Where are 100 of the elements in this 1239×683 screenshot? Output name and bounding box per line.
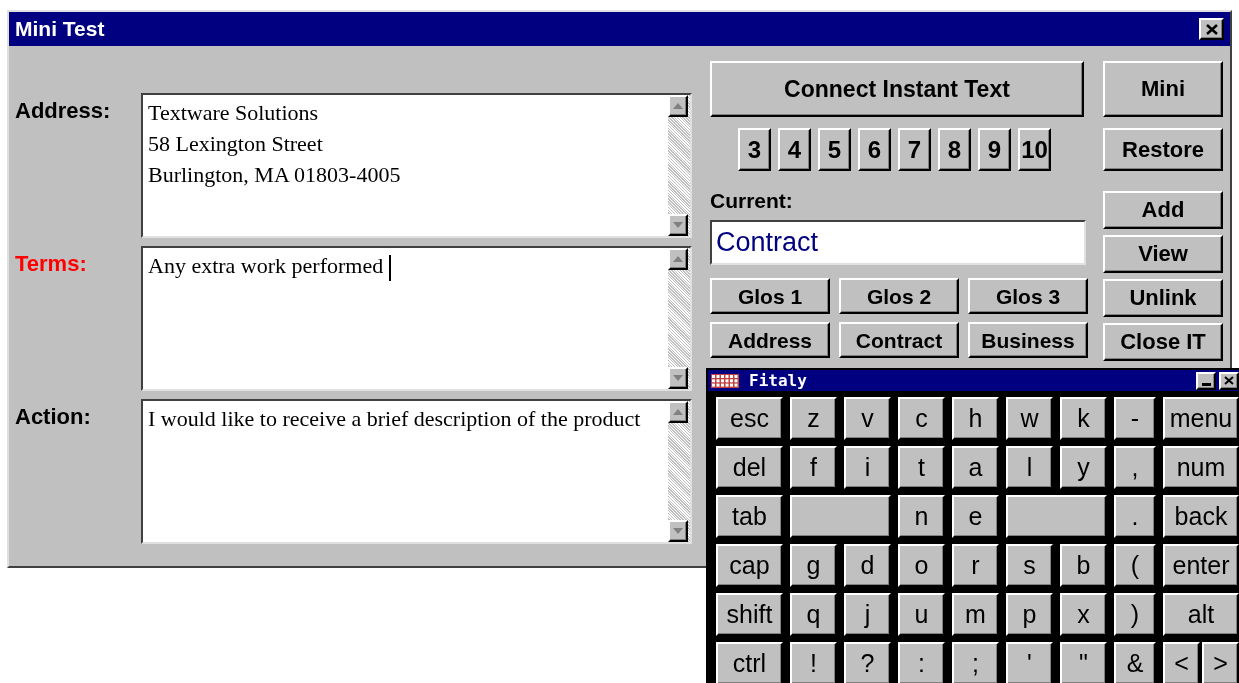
keyboard-key[interactable]: u bbox=[898, 593, 945, 636]
glossary-button[interactable]: Glos 3 bbox=[968, 278, 1088, 314]
keyboard-key[interactable]: i bbox=[844, 446, 891, 489]
keyboard-key[interactable]: & bbox=[1114, 642, 1156, 683]
keyboard-key[interactable]: e bbox=[952, 495, 999, 538]
keyboard-key[interactable]: del bbox=[716, 446, 783, 489]
text-area[interactable]: Textware Solutions 58 Lexington Street Burlington, MA 01803-4005 bbox=[141, 93, 692, 238]
scroll-up-button[interactable] bbox=[668, 401, 688, 423]
keyboard-key[interactable]: menu bbox=[1163, 397, 1239, 440]
keyboard-key[interactable]: num bbox=[1163, 446, 1239, 489]
scroll-down-button[interactable] bbox=[668, 367, 688, 389]
keyboard-key[interactable]: y bbox=[1060, 446, 1107, 489]
keyboard-key[interactable]: g bbox=[790, 544, 837, 587]
keyboard-key[interactable]: f bbox=[790, 446, 837, 489]
keyboard-key[interactable]: back bbox=[1163, 495, 1239, 538]
mini-button[interactable]: Mini bbox=[1103, 61, 1223, 117]
text-area[interactable]: I would like to receive a brief description of the product bbox=[141, 399, 692, 544]
scroll-up-button[interactable] bbox=[668, 248, 688, 270]
keyboard-key[interactable]: " bbox=[1060, 642, 1107, 683]
keyboard-key[interactable]: d bbox=[844, 544, 891, 587]
keyboard-key[interactable]: , bbox=[1114, 446, 1156, 489]
keyboard-key[interactable]: r bbox=[952, 544, 999, 587]
close-icon bbox=[1224, 376, 1234, 385]
side-button[interactable]: Add bbox=[1103, 191, 1223, 229]
scrollbar[interactable] bbox=[668, 248, 690, 389]
scroll-down-button[interactable] bbox=[668, 520, 688, 542]
keyboard-key[interactable]: esc bbox=[716, 397, 783, 440]
page-button[interactable]: 5 bbox=[818, 128, 851, 171]
window-title: Mini Test bbox=[15, 16, 105, 43]
page-button[interactable]: 9 bbox=[978, 128, 1011, 171]
keyboard-key[interactable]: q bbox=[790, 593, 837, 636]
keyboard-key[interactable]: a bbox=[952, 446, 999, 489]
keyboard-key[interactable]: n bbox=[898, 495, 945, 538]
glossary-button[interactable]: Glos 1 bbox=[710, 278, 830, 314]
keyboard-key[interactable]: ? bbox=[844, 642, 891, 683]
scrollbar[interactable] bbox=[668, 95, 690, 236]
keyboard-key[interactable]: > bbox=[1202, 642, 1239, 683]
keyboard-key[interactable]: ! bbox=[790, 642, 837, 683]
keyboard-key[interactable]: alt bbox=[1163, 593, 1239, 636]
scroll-up-button[interactable] bbox=[668, 95, 688, 117]
keyboard-key[interactable]: z bbox=[790, 397, 837, 440]
keyboard-key[interactable]: w bbox=[1006, 397, 1053, 440]
minimize-icon bbox=[1201, 382, 1211, 386]
field-label: Terms: bbox=[15, 250, 88, 278]
keyboard-key[interactable]: t bbox=[898, 446, 945, 489]
keyboard-key[interactable]: . bbox=[1114, 495, 1156, 538]
close-button[interactable] bbox=[1199, 18, 1224, 40]
connect-button[interactable]: Connect Instant Text bbox=[710, 61, 1084, 117]
keyboard-icon bbox=[711, 373, 739, 388]
side-button[interactable]: View bbox=[1103, 235, 1223, 273]
glossary-button[interactable]: Glos 2 bbox=[839, 278, 959, 314]
keyboard-key[interactable]: l bbox=[1006, 446, 1053, 489]
field-label: Action: bbox=[15, 403, 92, 431]
keyboard-key[interactable]: s bbox=[1006, 544, 1053, 587]
keyboard-key[interactable]: tab bbox=[716, 495, 783, 538]
side-button[interactable]: Close IT bbox=[1103, 323, 1223, 361]
keyboard-key[interactable]: ' bbox=[1006, 642, 1053, 683]
minimize-button[interactable] bbox=[1196, 371, 1216, 390]
glossary-button[interactable]: Address bbox=[710, 322, 830, 358]
keyboard-key[interactable]: shift bbox=[716, 593, 783, 636]
page-button[interactable]: 4 bbox=[778, 128, 811, 171]
keyboard-key[interactable]: ) bbox=[1114, 593, 1156, 636]
current-field[interactable]: Contract bbox=[710, 220, 1086, 265]
glossary-button[interactable]: Business bbox=[968, 322, 1088, 358]
scrollbar[interactable] bbox=[668, 401, 690, 542]
keyboard-key[interactable]: j bbox=[844, 593, 891, 636]
page-button[interactable]: 6 bbox=[858, 128, 891, 171]
keyboard-key[interactable]: : bbox=[898, 642, 945, 683]
page-button[interactable]: 3 bbox=[738, 128, 771, 171]
restore-button[interactable]: Restore bbox=[1103, 128, 1223, 171]
keyboard-key[interactable]: ( bbox=[1114, 544, 1156, 587]
keyboard-key[interactable]: ctrl bbox=[716, 642, 783, 683]
keyboard-title: Fitaly bbox=[749, 369, 808, 392]
keyboard-key[interactable]: c bbox=[898, 397, 945, 440]
side-button[interactable]: Unlink bbox=[1103, 279, 1223, 317]
keyboard-key[interactable]: h bbox=[952, 397, 999, 440]
keyboard-key[interactable]: x bbox=[1060, 593, 1107, 636]
up-arrow-icon bbox=[673, 256, 683, 262]
keyboard-key[interactable] bbox=[1006, 495, 1107, 538]
field-label: Address: bbox=[15, 97, 112, 125]
page-button[interactable]: 8 bbox=[938, 128, 971, 171]
keyboard-key[interactable]: o bbox=[898, 544, 945, 587]
keyboard-key[interactable]: p bbox=[1006, 593, 1053, 636]
keyboard-key[interactable]: k bbox=[1060, 397, 1107, 440]
page-button[interactable]: 7 bbox=[898, 128, 931, 171]
text-area[interactable]: Any extra work performed bbox=[141, 246, 692, 391]
close-button[interactable] bbox=[1219, 371, 1239, 390]
page-button[interactable]: 10 bbox=[1018, 128, 1051, 171]
keyboard-key[interactable] bbox=[790, 495, 891, 538]
keyboard-key[interactable]: b bbox=[1060, 544, 1107, 587]
keyboard-key[interactable]: < bbox=[1163, 642, 1200, 683]
close-icon bbox=[1205, 23, 1218, 35]
keyboard-key[interactable]: enter bbox=[1163, 544, 1239, 587]
keyboard-key[interactable]: cap bbox=[716, 544, 783, 587]
glossary-button[interactable]: Contract bbox=[839, 322, 959, 358]
keyboard-key[interactable]: m bbox=[952, 593, 999, 636]
keyboard-key[interactable]: - bbox=[1114, 397, 1156, 440]
keyboard-key[interactable]: v bbox=[844, 397, 891, 440]
keyboard-key[interactable]: ; bbox=[952, 642, 999, 683]
scroll-down-button[interactable] bbox=[668, 214, 688, 236]
